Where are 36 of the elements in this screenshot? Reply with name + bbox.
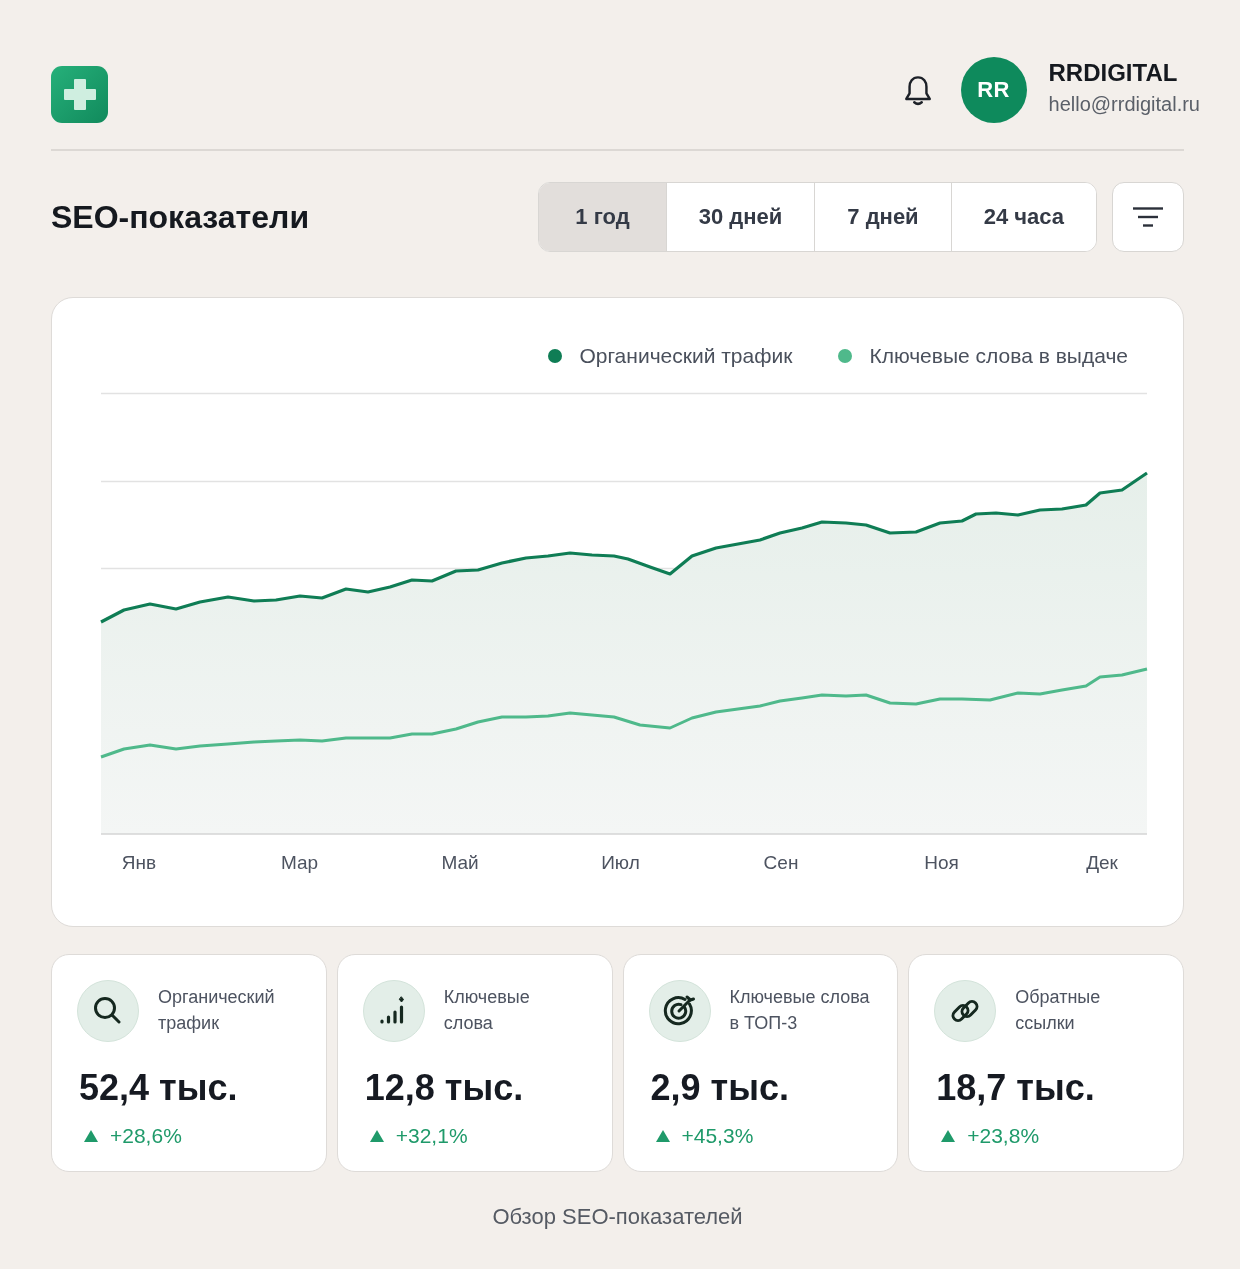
filter-icon	[1133, 207, 1163, 227]
month-label: Янв	[120, 852, 158, 874]
stat-label: Ключевые слова	[443, 986, 530, 1035]
stat-value: 18,7 тыс.	[935, 1066, 1096, 1110]
stat-label: Обратные ссылки	[1015, 986, 1101, 1035]
legend-label: Органический трафик	[579, 344, 793, 368]
period-tab[interactable]: 24 часа	[950, 183, 1096, 251]
period-tab[interactable]: 1 год	[539, 183, 666, 251]
stat-change: +32,1%	[395, 1123, 468, 1149]
stat-change: +45,3%	[681, 1123, 754, 1149]
month-label: Ноя	[923, 852, 960, 874]
target-icon	[648, 980, 711, 1042]
month-label: Сен	[762, 852, 800, 874]
month-label: Мар	[279, 852, 320, 874]
stat-value: 12,8 тыс.	[363, 1066, 525, 1110]
month-label: Июл	[600, 852, 641, 874]
link-icon	[934, 980, 997, 1042]
account-name: RRDIGITAL	[1048, 58, 1179, 88]
page-title: SEO-показатели	[51, 198, 310, 236]
stat-change: +28,6%	[110, 1123, 182, 1149]
stat-label: Органический трафик	[158, 986, 275, 1035]
bar-chart-icon	[362, 980, 425, 1042]
notification-bell-icon[interactable]	[902, 73, 933, 107]
stat-value: 2,9 тыс.	[649, 1066, 790, 1110]
stat-label: Ключевые слова в ТОП-3	[729, 986, 870, 1035]
search-icon	[77, 980, 139, 1042]
month-label: Дек	[1085, 852, 1119, 874]
stat-change: +23,8%	[967, 1123, 1040, 1149]
month-label: Май	[440, 852, 480, 874]
caption: Обзор SEO-показателей	[491, 1203, 744, 1231]
avatar[interactable]: RR	[960, 57, 1027, 123]
legend-label: Ключевые слова в выдаче	[869, 344, 1128, 368]
account-email: hello@rrdigital.ru	[1048, 92, 1200, 117]
filter-button[interactable]	[1112, 182, 1184, 252]
plus-logo-icon[interactable]	[51, 65, 108, 123]
stat-value: 52,4 тыс.	[78, 1066, 239, 1110]
